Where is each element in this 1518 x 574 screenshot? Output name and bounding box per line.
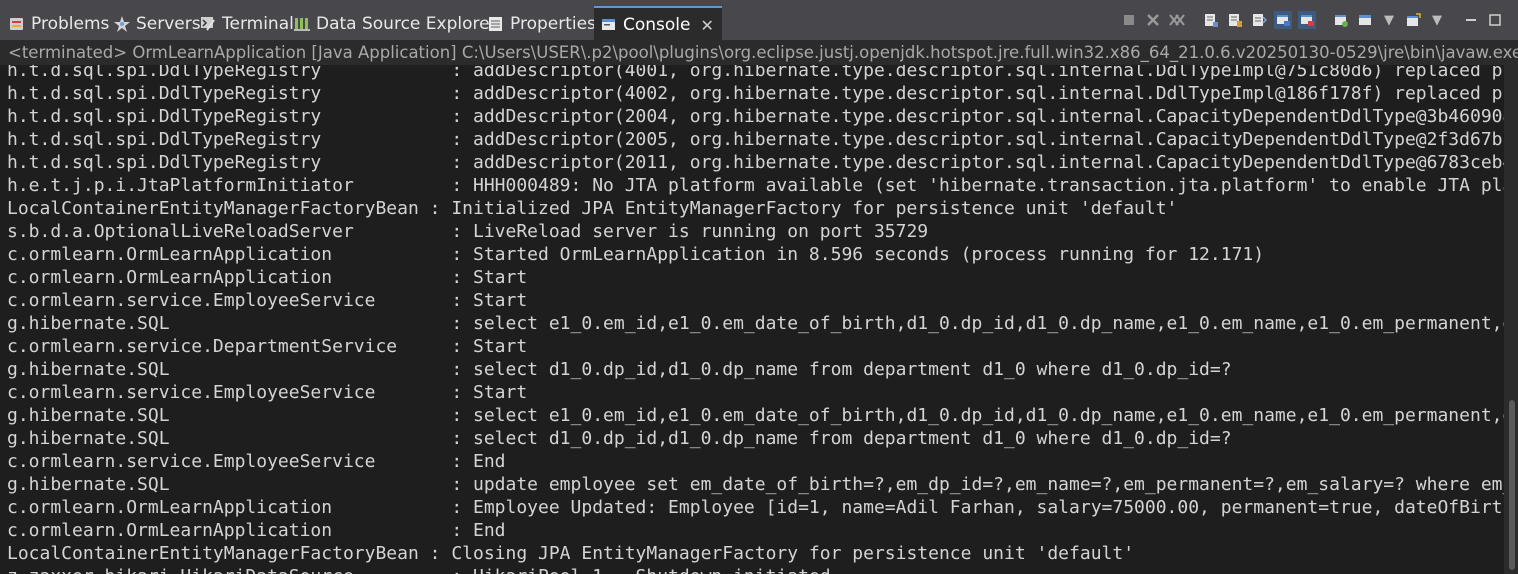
maximize-icon[interactable] (1486, 11, 1504, 29)
tab-label: Properties (510, 14, 596, 34)
chevron-down-icon[interactable]: ▼ (1428, 11, 1446, 29)
tab-console[interactable]: Console ✕ (594, 6, 722, 42)
console-line: g.hibernate.SQL : update employee set em… (7, 474, 1504, 495)
chevron-down-icon[interactable]: ▼ (1380, 11, 1398, 29)
remove-launch-icon[interactable] (1144, 11, 1162, 29)
tab-problems[interactable]: Problems (8, 8, 109, 40)
console-toolbar: ▼ ▼ (1120, 10, 1504, 30)
scroll-lock-icon[interactable] (1226, 11, 1244, 29)
console-line: c.ormlearn.service.EmployeeService : Sta… (7, 290, 528, 311)
tab-servers[interactable]: Servers (113, 8, 201, 40)
view-tab-bar: Problems Servers Terminal Data Source Ex… (0, 0, 1518, 42)
data-source-icon (293, 15, 311, 33)
console-output[interactable]: h.t.d.sql.spi.DdlTypeRegistry : addDescr… (0, 65, 1504, 574)
console-line: LocalContainerEntityManagerFactoryBean :… (7, 543, 1135, 564)
display-selected-console-icon[interactable] (1356, 11, 1374, 29)
properties-icon (487, 15, 505, 33)
console-line: g.hibernate.SQL : select d1_0.dp_id,d1_0… (7, 428, 1232, 449)
tab-label: Servers (136, 14, 201, 34)
clear-console-icon[interactable] (1202, 11, 1220, 29)
tab-label: Terminal (222, 14, 294, 34)
console-line: h.e.t.j.p.i.JtaPlatformInitiator : HHH00… (7, 175, 1504, 196)
show-on-stdout-icon[interactable] (1274, 11, 1292, 29)
console-line: h.t.d.sql.spi.DdlTypeRegistry : addDescr… (7, 152, 1504, 173)
toolbar-separator (1322, 11, 1326, 29)
problems-icon (8, 15, 26, 33)
tab-data-source-explorer[interactable]: Data Source Explorer (293, 8, 497, 40)
console-line: c.ormlearn.service.EmployeeService : End (7, 451, 506, 472)
launch-status: <terminated> OrmLearnApplication [Java A… (0, 40, 1518, 65)
console-line: h.t.d.sql.spi.DdlTypeRegistry : addDescr… (7, 106, 1504, 127)
console-line: c.ormlearn.service.EmployeeService : Sta… (7, 382, 528, 403)
console-line: c.ormlearn.OrmLearnApplication : Employe… (7, 497, 1504, 518)
console-icon (600, 16, 618, 34)
open-console-icon[interactable] (1404, 11, 1422, 29)
console-line: g.hibernate.SQL : select d1_0.dp_id,d1_0… (7, 359, 1232, 380)
console-line: h.t.d.sql.spi.DdlTypeRegistry : addDescr… (7, 83, 1504, 104)
console-line: LocalContainerEntityManagerFactoryBean :… (7, 198, 1178, 219)
pin-console-icon[interactable] (1332, 11, 1350, 29)
terminal-icon (199, 15, 217, 33)
tab-label: Console (623, 15, 691, 35)
console-line: h.t.d.sql.spi.DdlTypeRegistry : addDescr… (7, 129, 1504, 150)
console-line: g.hibernate.SQL : select e1_0.em_id,e1_0… (7, 313, 1504, 334)
terminate-icon[interactable] (1120, 11, 1138, 29)
tab-properties[interactable]: Properties (487, 8, 596, 40)
console-line: g.hibernate.SQL : select e1_0.em_id,e1_0… (7, 405, 1504, 426)
tab-terminal[interactable]: Terminal (199, 8, 294, 40)
servers-icon (113, 15, 131, 33)
scrollbar-thumb[interactable] (1509, 400, 1515, 570)
toolbar-separator (1452, 11, 1456, 29)
word-wrap-icon[interactable] (1250, 11, 1268, 29)
tab-label: Problems (31, 14, 110, 34)
console-line: z.zaxxer.hikari.HikariDataSource : Hikar… (0, 565, 1504, 574)
show-on-stderr-icon[interactable] (1298, 11, 1316, 29)
console-line: c.ormlearn.OrmLearnApplication : End (7, 520, 506, 541)
console-line: s.b.d.a.OptionalLiveReloadServer : LiveR… (7, 221, 929, 242)
console-line: c.ormlearn.OrmLearnApplication : Start (7, 267, 528, 288)
remove-all-terminated-icon[interactable] (1168, 11, 1186, 29)
console-line: h.t.d.sql.spi.DdlTypeRegistry : addDescr… (7, 65, 1504, 81)
tab-label: Data Source Explorer (316, 14, 497, 34)
console-line: c.ormlearn.service.DepartmentService : S… (7, 336, 528, 357)
close-icon[interactable]: ✕ (701, 16, 714, 35)
minimize-icon[interactable] (1462, 11, 1480, 29)
console-line: c.ormlearn.OrmLearnApplication : Started… (7, 244, 1265, 265)
vertical-scrollbar[interactable] (1504, 65, 1518, 574)
console-lines: h.t.d.sql.spi.DdlTypeRegistry : addDescr… (0, 65, 1504, 574)
toolbar-separator (1192, 11, 1196, 29)
